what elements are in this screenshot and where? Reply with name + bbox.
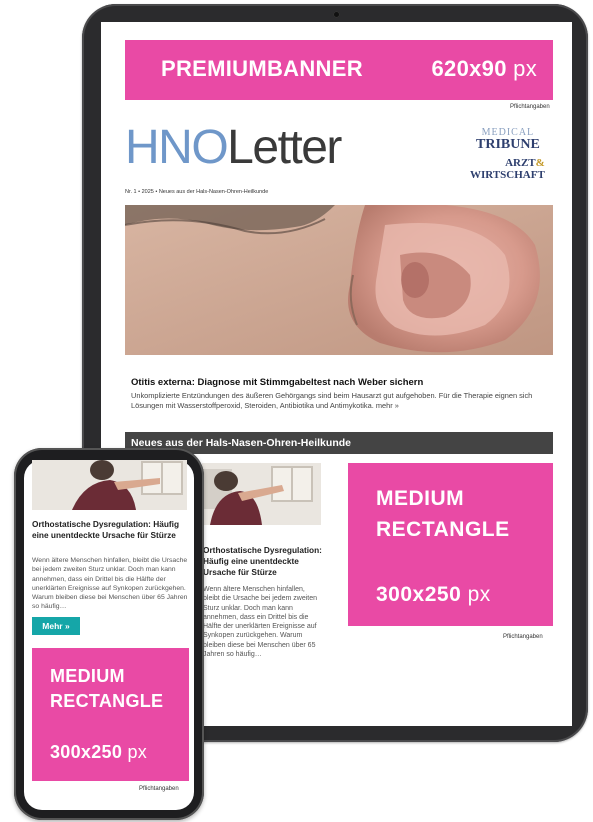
phone-teaser-thumbnail[interactable]: [32, 460, 187, 510]
premium-banner-unit: px: [513, 56, 537, 81]
article-teaser-text: Unkomplizierte Entzündungen des äußeren …: [131, 391, 533, 410]
ear-photo[interactable]: [125, 205, 553, 355]
phone-teaser-thumbnail-image: [32, 460, 187, 510]
phone-teaser-title-link[interactable]: Orthostatische Dysregulation: Häufig ein…: [32, 519, 190, 541]
arzt-wirtschaft-logo-amp: &: [535, 157, 545, 169]
phone-medium-rectangle-line1: MEDIUM: [50, 666, 125, 686]
pflichtangaben-link-bottom[interactable]: Pflichtangaben: [503, 634, 543, 640]
phone-medium-rectangle-ad[interactable]: MEDIUM RECTANGLE 300x250 px: [32, 648, 189, 781]
phone-medium-rectangle-size-value: 300x250: [50, 742, 123, 762]
phone-pflichtangaben-link[interactable]: Pflichtangaben: [139, 786, 179, 792]
arzt-wirtschaft-logo-wirtschaft: WIRTSCHAFT: [470, 168, 545, 181]
medium-rectangle-size-value: 300x250: [376, 583, 462, 606]
camera-icon: [333, 11, 340, 18]
logo-hno: HNO: [125, 121, 229, 174]
medium-rectangle-text: MEDIUM RECTANGLE: [376, 483, 510, 545]
phone-medium-rectangle-size: 300x250 px: [50, 742, 147, 763]
teaser-text: Wenn ältere Menschen hinfallen, bleibt d…: [203, 586, 318, 659]
ear-photo-image: [125, 205, 553, 355]
teaser-thumbnail[interactable]: [202, 463, 321, 525]
issue-line: Nr. 1 • 2025 • Neues aus der Hals-Nasen-…: [125, 189, 269, 195]
medium-rectangle-unit: px: [467, 583, 491, 606]
pflichtangaben-link-top[interactable]: Pflichtangaben: [510, 104, 550, 110]
medical-tribune-logo-tribune: TRIBUNE: [476, 137, 540, 152]
arzt-wirtschaft-logo: ARZT& WIRTSCHAFT: [470, 157, 545, 181]
premium-banner-label: PREMIUMBANNER: [161, 56, 363, 81]
teaser-thumbnail-image: [202, 463, 321, 525]
phone-teaser-text: Wenn ältere Menschen hinfallen, bleibt d…: [32, 557, 188, 611]
medium-rectangle-ad[interactable]: MEDIUM RECTANGLE 300x250 px: [348, 463, 553, 626]
phone-medium-rectangle-text: MEDIUM RECTANGLE: [50, 664, 163, 714]
arzt-wirtschaft-logo-arzt: ARZT: [505, 157, 536, 169]
premium-banner-size: 620x90 px: [432, 56, 537, 82]
medical-tribune-logo: MEDICAL TRIBUNE: [476, 128, 540, 152]
phone-medium-rectangle-line2: RECTANGLE: [50, 691, 164, 711]
teaser-title-link[interactable]: Orthostatische Dysregulation: Häufig ein…: [203, 545, 323, 578]
medium-rectangle-line2: RECTANGLE: [376, 518, 510, 541]
article-title-link[interactable]: Otitis externa: Diagnose mit Stimmgabelt…: [131, 377, 423, 388]
phone-medium-rectangle-unit: px: [127, 742, 148, 762]
premium-banner-ad[interactable]: PREMIUMBANNER 620x90 px: [125, 40, 553, 100]
logo-letter: Letter: [227, 121, 342, 174]
newsletter-logo: HNOLetter: [125, 121, 342, 174]
medium-rectangle-size: 300x250 px: [376, 583, 491, 607]
medium-rectangle-line1: MEDIUM: [376, 487, 465, 510]
mehr-button[interactable]: Mehr »: [32, 617, 80, 635]
premium-banner-size-value: 620x90: [431, 56, 507, 81]
